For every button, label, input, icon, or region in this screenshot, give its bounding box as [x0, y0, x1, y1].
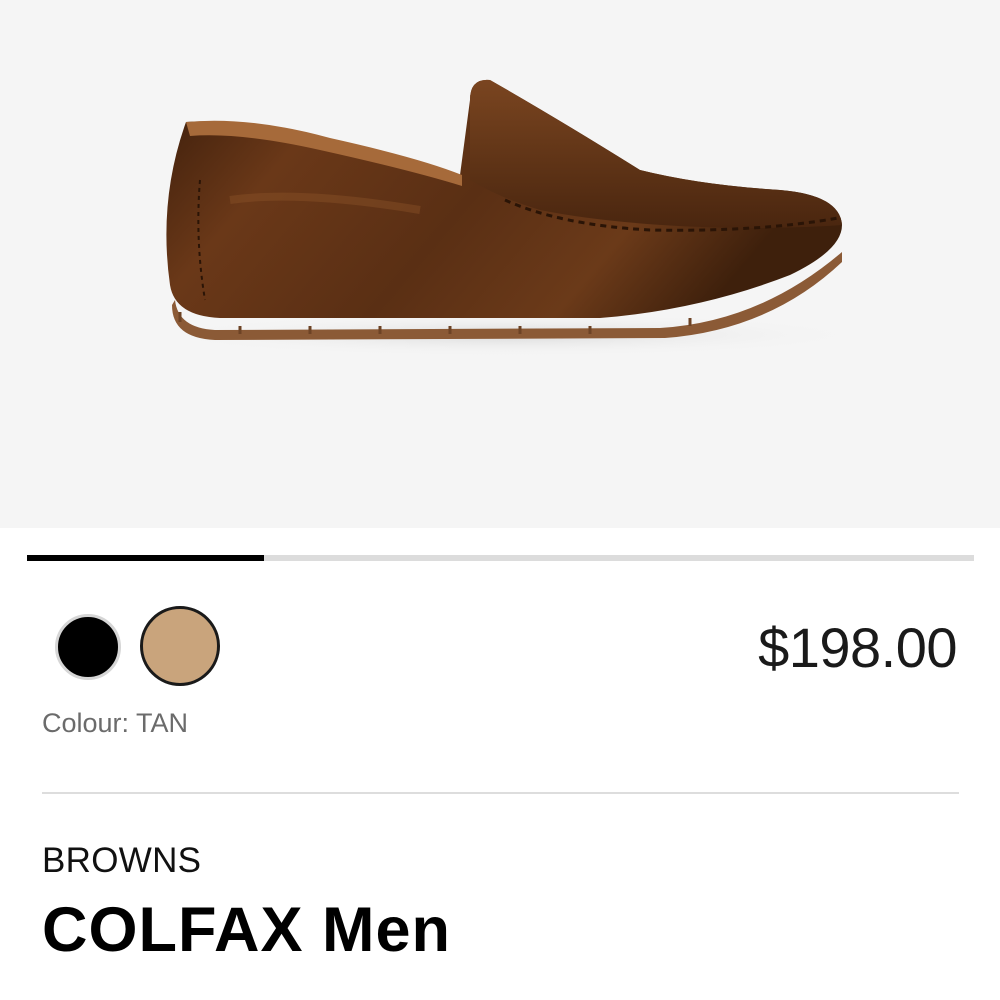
section-divider	[42, 792, 959, 794]
loafer-shoe-image	[150, 79, 870, 357]
carousel-progress-fill	[27, 555, 264, 561]
brand-name[interactable]: BROWNS	[42, 841, 201, 881]
image-carousel-progress[interactable]	[27, 555, 974, 561]
product-image-area[interactable]	[0, 0, 1000, 528]
product-page: $198.00 Colour: TAN BROWNS COLFAX Men	[0, 0, 1000, 1000]
colour-swatch-tan[interactable]	[140, 606, 220, 686]
product-title: COLFAX Men	[42, 895, 452, 965]
colour-swatch-black[interactable]	[55, 614, 121, 680]
selected-colour-label: Colour: TAN	[42, 708, 189, 738]
product-price: $198.00	[758, 616, 957, 679]
